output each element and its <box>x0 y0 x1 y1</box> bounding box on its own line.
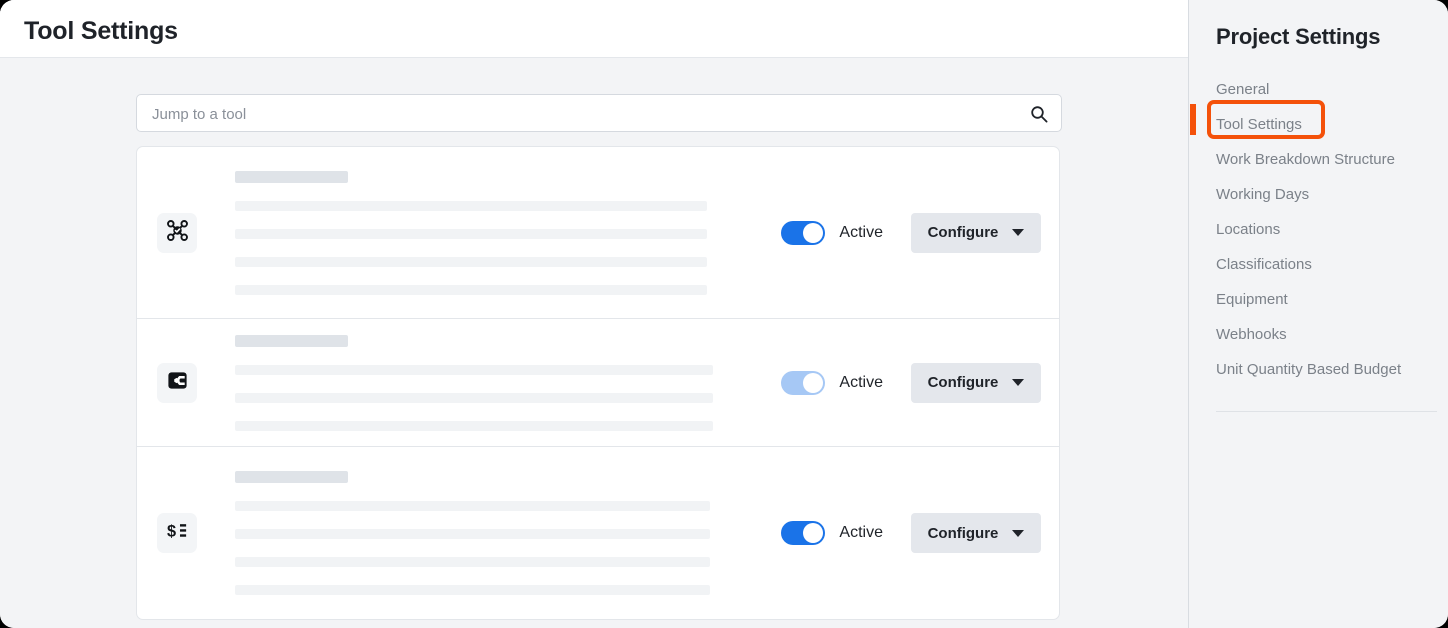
toggle-knob <box>803 372 824 393</box>
configure-button-label: Configure <box>927 224 999 241</box>
page-title: Tool Settings <box>24 17 178 45</box>
tool-row[interactable]: $ Active Configure <box>137 447 1059 619</box>
skeleton-line <box>235 256 707 267</box>
sidebar-item-webhooks[interactable]: Webhooks <box>1190 317 1448 352</box>
tool-description-skeleton <box>235 170 781 295</box>
configure-button[interactable]: Configure <box>911 212 1041 253</box>
toggle-knob <box>803 523 824 543</box>
tool-controls: Active Configure <box>781 362 1059 403</box>
sidebar-item-work-breakdown-structure[interactable]: Work Breakdown Structure <box>1190 142 1448 177</box>
configure-button[interactable]: Configure <box>911 513 1041 553</box>
configure-button[interactable]: Configure <box>911 362 1041 403</box>
chevron-down-icon <box>1012 529 1025 537</box>
sidebar-item-working-days[interactable]: Working Days <box>1190 177 1448 212</box>
sidebar-divider <box>1216 411 1437 412</box>
toggle-knob <box>803 222 824 243</box>
project-settings-sidebar: Project Settings General Tool Settings W… <box>1190 0 1448 628</box>
search-icon[interactable] <box>1029 104 1049 124</box>
skeleton-line <box>235 392 713 403</box>
tool-row[interactable]: Active Configure <box>137 319 1059 447</box>
skeleton-line <box>235 364 713 375</box>
chevron-down-icon <box>1012 379 1025 386</box>
tool-controls: Active Configure <box>781 513 1059 553</box>
sidebar-title: Project Settings <box>1216 24 1381 49</box>
tool-controls: Active Configure <box>781 212 1059 253</box>
skeleton-title-bar <box>235 334 348 347</box>
dollar-list-icon: $ <box>166 519 189 547</box>
configure-button-label: Configure <box>927 374 999 391</box>
sidebar-item-general[interactable]: General <box>1190 72 1448 107</box>
tools-list-card: Active Configure Active Configure $ Acti… <box>136 146 1060 620</box>
app-window: Tool Settings Jump to a tool Active Conf… <box>0 0 1448 628</box>
active-toggle[interactable] <box>781 521 826 545</box>
skeleton-line <box>235 284 707 295</box>
skeleton-line <box>235 501 710 511</box>
search-input[interactable] <box>150 95 1014 133</box>
configure-button-label: Configure <box>927 524 999 542</box>
toggle-label: Active <box>839 223 883 241</box>
tool-icon-container <box>157 212 197 253</box>
active-toggle[interactable] <box>781 370 826 395</box>
tool-description-skeleton <box>235 334 781 431</box>
skeleton-line <box>235 585 710 595</box>
sidebar-nav: General Tool Settings Work Breakdown Str… <box>1190 72 1448 387</box>
sidebar-item-locations[interactable]: Locations <box>1190 212 1448 247</box>
skeleton-line <box>235 228 707 239</box>
svg-text:$: $ <box>166 523 175 541</box>
tool-row[interactable]: Active Configure <box>137 147 1059 319</box>
skeleton-line <box>235 529 710 539</box>
skeleton-title-bar <box>235 471 348 483</box>
main-content-pane: Tool Settings Jump to a tool Active Conf… <box>0 0 1189 628</box>
skeleton-line <box>235 200 707 211</box>
page-header: Tool Settings <box>0 0 1188 58</box>
network-nodes-check-icon <box>166 219 189 247</box>
chevron-down-icon <box>1012 229 1025 236</box>
tool-icon-container: $ <box>157 513 197 553</box>
sidebar-item-tool-settings[interactable]: Tool Settings <box>1190 107 1448 142</box>
sidebar-item-unit-quantity-based-budget[interactable]: Unit Quantity Based Budget <box>1190 352 1448 387</box>
skeleton-line <box>235 557 710 567</box>
toggle-label: Active <box>839 373 883 391</box>
tool-search-field[interactable] <box>136 94 1062 133</box>
sidebar-item-classifications[interactable]: Classifications <box>1190 247 1448 282</box>
skeleton-title-bar <box>235 170 348 183</box>
sidebar-item-equipment[interactable]: Equipment <box>1190 282 1448 317</box>
toggle-label: Active <box>839 524 883 541</box>
procore-logo-icon <box>166 369 189 397</box>
skeleton-line <box>235 420 713 431</box>
tool-description-skeleton <box>235 471 781 595</box>
tool-icon-container <box>157 362 197 403</box>
active-toggle[interactable] <box>781 220 826 245</box>
